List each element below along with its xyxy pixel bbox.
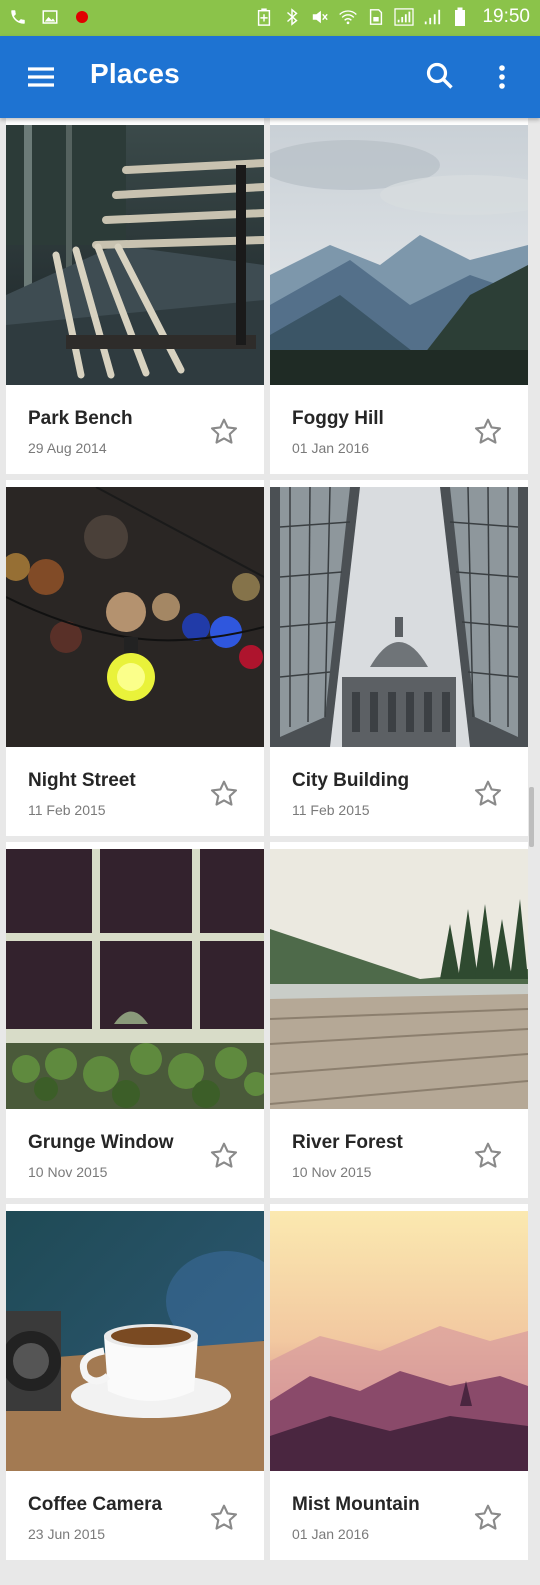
place-title: Mist Mountain — [292, 1494, 420, 1515]
app-bar: Places — [0, 36, 540, 118]
place-card[interactable]: Grunge Window 10 Nov 2015 — [6, 842, 264, 1198]
search-icon[interactable] — [424, 60, 458, 94]
park-bench-photo — [6, 125, 264, 385]
place-card[interactable]: Park Bench 29 Aug 2014 — [6, 118, 264, 474]
signal-icon — [394, 7, 415, 27]
place-date: 11 Feb 2015 — [292, 802, 370, 818]
place-title: City Building — [292, 770, 410, 791]
star-icon[interactable] — [208, 1502, 240, 1534]
clock: 19:50 — [482, 6, 530, 27]
record-dot-icon — [72, 7, 92, 27]
battery-icon — [450, 7, 470, 27]
place-card[interactable]: Foggy Hill 01 Jan 2016 — [270, 118, 528, 474]
star-icon[interactable] — [472, 416, 504, 448]
phone-icon — [8, 7, 28, 27]
place-card[interactable]: Night Street 11 Feb 2015 — [6, 480, 264, 836]
star-icon[interactable] — [472, 1140, 504, 1172]
night-street-photo — [6, 487, 264, 747]
wifi-icon — [338, 7, 358, 27]
page-title: Places — [90, 58, 180, 89]
place-title: Grunge Window — [28, 1132, 174, 1153]
city-building-photo — [270, 487, 528, 747]
place-date: 23 Jun 2015 — [28, 1526, 106, 1542]
place-card[interactable]: Mist Mountain 01 Jan 2016 — [270, 1204, 528, 1560]
place-title: Foggy Hill — [292, 408, 384, 429]
place-card[interactable]: City Building 11 Feb 2015 — [270, 480, 528, 836]
menu-icon[interactable] — [26, 62, 56, 92]
star-icon[interactable] — [208, 416, 240, 448]
more-vert-icon[interactable] — [490, 60, 514, 94]
scrollbar-thumb[interactable] — [529, 787, 534, 847]
place-title: Night Street — [28, 770, 136, 791]
place-date: 10 Nov 2015 — [292, 1164, 372, 1180]
star-icon[interactable] — [208, 1140, 240, 1172]
mute-icon — [310, 7, 330, 27]
coffee-camera-photo — [6, 1211, 264, 1471]
foggy-hill-photo — [270, 125, 528, 385]
star-icon[interactable] — [472, 778, 504, 810]
bluetooth-icon — [282, 7, 302, 27]
status-bar: 19:50 — [0, 0, 540, 36]
place-card[interactable]: Coffee Camera 23 Jun 2015 — [6, 1204, 264, 1560]
place-title: Park Bench — [28, 408, 133, 429]
grunge-window-photo — [6, 849, 264, 1109]
battery-saver-icon — [254, 7, 274, 27]
place-date: 11 Feb 2015 — [28, 802, 106, 818]
place-date: 10 Nov 2015 — [28, 1164, 108, 1180]
place-date: 01 Jan 2016 — [292, 1526, 370, 1542]
place-title: River Forest — [292, 1132, 403, 1153]
signal-icon — [422, 7, 442, 27]
place-date: 01 Jan 2016 — [292, 440, 370, 456]
mist-mountain-photo — [270, 1211, 528, 1471]
place-card[interactable]: River Forest 10 Nov 2015 — [270, 842, 528, 1198]
image-icon — [40, 7, 60, 27]
place-date: 29 Aug 2014 — [28, 440, 107, 456]
sim-icon — [366, 7, 386, 27]
star-icon[interactable] — [472, 1502, 504, 1534]
river-forest-photo — [270, 849, 528, 1109]
place-title: Coffee Camera — [28, 1494, 163, 1515]
star-icon[interactable] — [208, 778, 240, 810]
